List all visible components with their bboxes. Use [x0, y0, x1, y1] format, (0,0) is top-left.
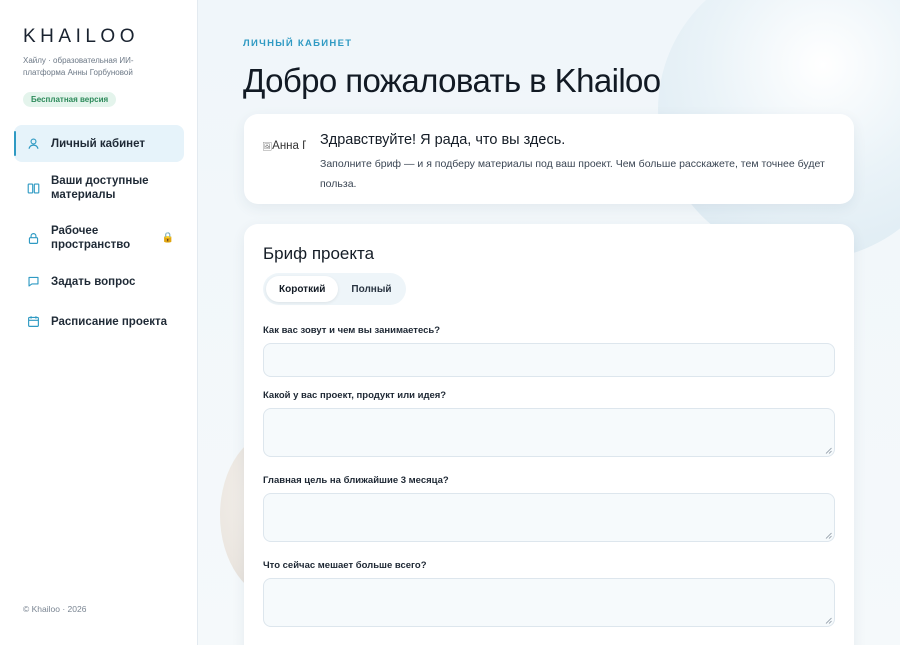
welcome-text: Заполните бриф — и я подберу материалы п…: [320, 158, 825, 190]
question-label: Главная цель на ближайшие 3 месяца?: [263, 475, 449, 486]
page-title: Добро пожаловать в Khailoo: [243, 62, 661, 99]
page-kicker: ЛИЧНЫЙ КАБИНЕТ: [243, 38, 353, 49]
question-label: Что сейчас мешает больше всего?: [263, 560, 427, 571]
main-content: ЛИЧНЫЙ КАБИНЕТ Добро пожаловать в Khailo…: [198, 0, 900, 645]
copyright: © Khailoo · 2026: [23, 604, 87, 614]
sidebar-item-label: Рабочее пространство: [51, 225, 131, 251]
plan-badge: Бесплатная версия: [23, 92, 117, 107]
sidebar-item-schedule[interactable]: Расписание проекта: [14, 303, 184, 340]
welcome-title: Здравствуйте! Я рада, что вы здесь.: [320, 132, 566, 148]
resize-handle-icon[interactable]: [825, 447, 832, 454]
lock-icon: [24, 229, 42, 247]
question-label: Какой у вас проект, продукт или идея?: [263, 390, 447, 401]
broken-image-icon: 🖼: [262, 142, 273, 151]
avatar: 🖼Анна Горбунова: [262, 137, 306, 156]
sidebar-item-materials[interactable]: Ваши доступные материалы: [14, 168, 184, 208]
avatar-alt-text: Анна Горбунова: [272, 140, 306, 152]
padlock-icon: 🔒: [161, 232, 174, 244]
answer-field-goal[interactable]: [263, 493, 835, 542]
question-label: Как вас зовут и чем вы занимаетесь?: [263, 325, 441, 336]
chat-icon: [24, 273, 42, 291]
user-icon: [24, 135, 42, 153]
app-tagline: Хайлу · образовательная ИИ-платформа Анн…: [23, 56, 134, 77]
sidebar-item-label: Ваши доступные материалы: [51, 175, 149, 201]
sidebar-nav: Личный кабинет Ваши доступные материалы …: [14, 125, 184, 340]
sidebar-item-workspace[interactable]: Рабочее пространство 🔒: [14, 218, 184, 258]
resize-handle-icon[interactable]: [825, 532, 832, 539]
sidebar-item-label: Задать вопрос: [51, 275, 136, 288]
tab-full[interactable]: Полный: [338, 276, 404, 302]
sidebar-item-ask-question[interactable]: Задать вопрос: [14, 263, 184, 300]
sidebar-item-label: Личный кабинет: [51, 137, 145, 150]
brief-title: Бриф проекта: [263, 244, 375, 263]
sidebar-item-label: Расписание проекта: [51, 315, 168, 328]
brief-card: Бриф проекта Короткий Полный Как вас зов…: [244, 224, 854, 645]
answer-field-name[interactable]: [263, 343, 835, 377]
answer-field-project[interactable]: [263, 408, 835, 457]
resize-handle-icon[interactable]: [825, 617, 832, 624]
brief-mode-toggle: Короткий Полный: [263, 273, 406, 305]
sidebar-item-dashboard[interactable]: Личный кабинет: [14, 125, 184, 162]
sidebar: KHAILOO Хайлу · образовательная ИИ-платф…: [0, 0, 198, 645]
answer-field-blockers[interactable]: [263, 578, 835, 627]
app-logo[interactable]: KHAILOO: [23, 26, 139, 48]
tab-short[interactable]: Короткий: [266, 276, 339, 302]
calendar-icon: [24, 313, 42, 331]
welcome-card: 🖼Анна Горбунова Здравствуйте! Я рада, чт…: [244, 114, 854, 204]
book-icon: [24, 179, 42, 197]
